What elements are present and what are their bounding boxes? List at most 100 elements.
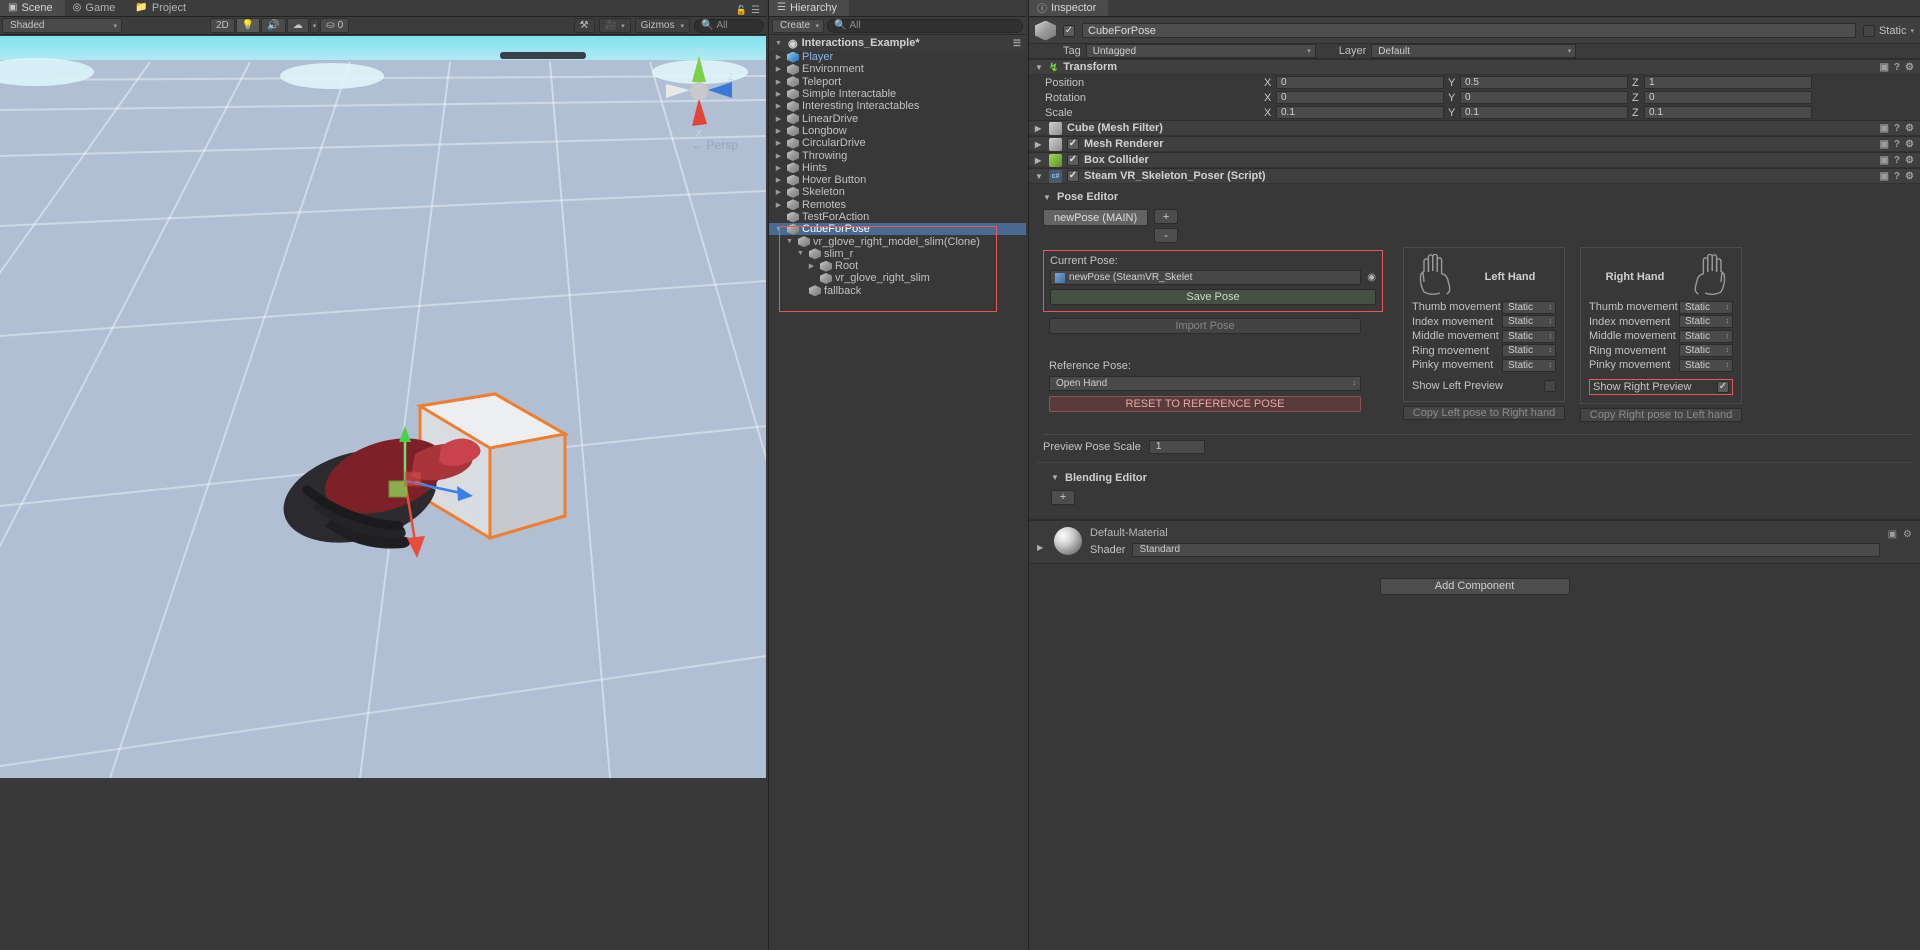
pose-tab-newpose[interactable]: newPose (MAIN): [1043, 209, 1149, 226]
remove-pose-button[interactable]: -: [1154, 228, 1179, 243]
gear-icon[interactable]: ⚙: [1905, 139, 1914, 150]
chevron-down-icon[interactable]: ▼: [773, 226, 784, 233]
shader-dropdown[interactable]: Standard: [1132, 542, 1880, 557]
hierarchy-item-hover-button[interactable]: ▶ Hover Button: [769, 174, 1026, 186]
transform-scale-z-input[interactable]: 0.1: [1644, 106, 1812, 119]
tab-hierarchy[interactable]: ☰ Hierarchy: [769, 0, 850, 16]
movement-dropdown[interactable]: Static ↕: [1679, 300, 1733, 314]
preset-icon[interactable]: ▣: [1879, 123, 1888, 134]
show-preview-checkbox[interactable]: ✓: [1544, 379, 1556, 392]
panel-menu-icon[interactable]: ☰: [751, 5, 760, 16]
chevron-right-icon[interactable]: ▶: [773, 78, 784, 86]
hierarchy-item-environment[interactable]: ▶ Environment: [769, 63, 1026, 75]
add-component-button[interactable]: Add Component: [1379, 577, 1570, 595]
preview-pose-scale-input[interactable]: 1: [1148, 439, 1205, 454]
transform-rotation-x-input[interactable]: 0: [1276, 91, 1444, 104]
lighting-toggle-button[interactable]: 💡: [235, 18, 261, 33]
static-toggle[interactable]: ✓ Static ▾: [1862, 24, 1914, 37]
movement-dropdown[interactable]: Static ↕: [1502, 358, 1556, 372]
component-enabled-checkbox[interactable]: ✓: [1067, 138, 1079, 150]
add-pose-button[interactable]: +: [1154, 209, 1179, 224]
current-pose-object-field[interactable]: newPose (SteamVR_Skelet: [1050, 270, 1362, 285]
chevron-right-icon[interactable]: ▶: [773, 102, 784, 110]
show-preview-checkbox[interactable]: ✓: [1717, 380, 1729, 393]
tab-project[interactable]: 📁 Project: [127, 0, 199, 16]
add-blending-behaviour-button[interactable]: +: [1051, 489, 1075, 505]
hierarchy-item-vr-glove-right-slim[interactable]: vr_glove_right_slim: [769, 272, 1026, 284]
transform-rotation-y-input[interactable]: 0: [1460, 91, 1628, 104]
static-checkbox[interactable]: ✓: [1862, 24, 1875, 37]
hierarchy-item-remotes[interactable]: ▶ Remotes: [769, 199, 1026, 211]
draw-mode-dropdown[interactable]: Shaded ▾: [2, 18, 122, 33]
preset-icon[interactable]: ▣: [1888, 529, 1897, 540]
movement-dropdown[interactable]: Static ↕: [1502, 344, 1556, 358]
component-header-box-collider[interactable]: ▶ ✓ Box Collider ▣? ⚙: [1029, 152, 1920, 168]
hierarchy-item-fallback[interactable]: fallback: [769, 285, 1026, 297]
gear-icon[interactable]: ⚙: [1905, 171, 1914, 182]
transform-position-x-input[interactable]: 0: [1276, 76, 1444, 89]
preset-icon[interactable]: ▣: [1879, 62, 1888, 73]
pose-editor-title-row[interactable]: ▼ Pose Editor: [1043, 191, 1912, 203]
movement-dropdown[interactable]: Static ↕: [1679, 315, 1733, 329]
preset-icon[interactable]: ▣: [1879, 171, 1888, 182]
chevron-down-icon[interactable]: ▼: [1051, 473, 1060, 482]
hierarchy-item-circulardrive[interactable]: ▶ CircularDrive: [769, 137, 1026, 149]
scene-search-input[interactable]: 🔍 All: [694, 18, 764, 33]
chevron-down-icon[interactable]: ▼: [1035, 63, 1044, 72]
copy-pose-button[interactable]: Copy Left pose to Right hand: [1403, 406, 1565, 420]
hierarchy-item-interesting-interactables[interactable]: ▶ Interesting Interactables: [769, 100, 1026, 112]
hierarchy-item-root[interactable]: ▶ Root: [769, 260, 1026, 272]
effects-dropdown[interactable]: ▾: [309, 18, 320, 33]
component-enabled-checkbox[interactable]: ✓: [1067, 170, 1079, 182]
tab-game[interactable]: ◎ Game: [64, 0, 128, 16]
chevron-right-icon[interactable]: ▶: [1037, 543, 1046, 552]
help-icon[interactable]: ?: [1894, 171, 1900, 182]
chevron-down-icon[interactable]: ▼: [1043, 193, 1052, 202]
blending-editor-title-row[interactable]: ▼ Blending Editor: [1051, 472, 1904, 484]
chevron-right-icon[interactable]: ▶: [773, 152, 784, 160]
hierarchy-item-cubeforpose[interactable]: ▼ CubeForPose: [769, 223, 1026, 236]
chevron-right-icon[interactable]: ▶: [806, 262, 817, 270]
hierarchy-tree[interactable]: ▶ Player ▶ Environment ▶ Teleport ▶ Simple Inte…: [769, 51, 1026, 297]
object-enabled-checkbox[interactable]: ✓: [1063, 24, 1075, 37]
chevron-down-icon[interactable]: ▼: [773, 40, 784, 47]
chevron-right-icon[interactable]: ▶: [1035, 156, 1044, 165]
chevron-right-icon[interactable]: ▶: [773, 53, 784, 61]
scene-orientation-gizmo[interactable]: Y X Z: [662, 47, 736, 138]
gear-icon[interactable]: ⚙: [1905, 62, 1914, 73]
chevron-right-icon[interactable]: ▶: [1035, 140, 1044, 149]
transform-scale-x-input[interactable]: 0.1: [1276, 106, 1444, 119]
transform-scale-y-input[interactable]: 0.1: [1460, 106, 1628, 119]
hierarchy-item-longbow[interactable]: ▶ Longbow: [769, 125, 1026, 137]
hierarchy-item-hints[interactable]: ▶ Hints: [769, 162, 1026, 174]
transform-rotation-z-input[interactable]: 0: [1644, 91, 1812, 104]
component-header-mesh-renderer[interactable]: ▶ ✓ Mesh Renderer ▣? ⚙: [1029, 136, 1920, 152]
hierarchy-item-simple-interactable[interactable]: ▶ Simple Interactable: [769, 88, 1026, 100]
tab-inspector[interactable]: ⓘ Inspector: [1029, 0, 1109, 16]
hierarchy-item-skeleton[interactable]: ▶ Skeleton: [769, 186, 1026, 198]
chevron-right-icon[interactable]: ▶: [773, 115, 784, 123]
chevron-down-icon[interactable]: ▼: [795, 250, 806, 257]
gizmos-button[interactable]: Gizmos ▾: [634, 18, 690, 33]
hierarchy-item-player[interactable]: ▶ Player: [769, 51, 1026, 63]
tools-button[interactable]: ⚒: [573, 18, 595, 33]
chevron-right-icon[interactable]: ▶: [1035, 124, 1044, 133]
gear-icon[interactable]: ⚙: [1905, 155, 1914, 166]
chevron-right-icon[interactable]: ▶: [773, 90, 784, 98]
chevron-down-icon[interactable]: ▼: [1035, 172, 1044, 181]
copy-pose-button[interactable]: Copy Right pose to Left hand: [1580, 407, 1742, 422]
chevron-right-icon[interactable]: ▶: [773, 176, 784, 184]
hierarchy-item-teleport[interactable]: ▶ Teleport: [769, 76, 1026, 88]
hierarchy-item-throwing[interactable]: ▶ Throwing: [769, 149, 1026, 162]
reference-pose-dropdown[interactable]: Open Hand ↕: [1049, 376, 1361, 391]
hierarchy-search-input[interactable]: 🔍 All: [827, 18, 1023, 33]
target-picker-icon[interactable]: ◉: [1367, 272, 1376, 283]
hidden-objects-button[interactable]: ⛀ 0: [320, 18, 350, 33]
gear-icon[interactable]: ⚙: [1903, 529, 1912, 540]
help-icon[interactable]: ?: [1894, 155, 1900, 166]
help-icon[interactable]: ?: [1894, 139, 1900, 150]
tag-dropdown[interactable]: Untagged ▾: [1085, 44, 1316, 58]
preset-icon[interactable]: ▣: [1879, 155, 1888, 166]
hierarchy-item-testforaction[interactable]: TestForAction: [769, 211, 1026, 223]
gear-icon[interactable]: ⚙: [1905, 123, 1914, 134]
